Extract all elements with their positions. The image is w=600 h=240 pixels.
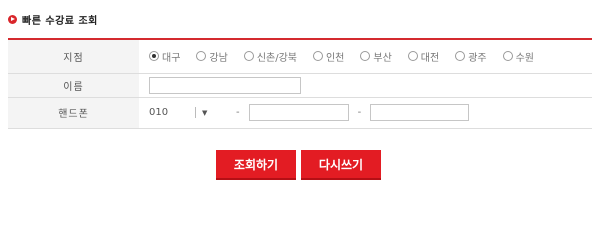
phone-fields: 010 ▼ - - <box>149 104 592 121</box>
search-button[interactable]: 조회하기 <box>216 150 296 180</box>
phone-dash: - <box>357 107 362 118</box>
branch-option-label: 대전 <box>420 52 440 64</box>
radio-button[interactable] <box>407 51 418 62</box>
branch-option-label: 부산 <box>373 52 392 64</box>
section-header: 빠른 수강료 조회 <box>8 10 98 28</box>
branch-option-label: 강남 <box>209 52 228 64</box>
name-row: 이름 <box>8 73 592 98</box>
branch-row: 지점 대구 강남 신촌/강북 인천 부산 대전 광주 수원 <box>8 39 592 74</box>
select-divider <box>195 107 196 118</box>
branch-option[interactable]: 부산 <box>360 49 392 64</box>
action-buttons: 조회하기 다시쓰기 <box>216 150 381 180</box>
phone-last-input[interactable] <box>370 104 470 121</box>
branch-option[interactable]: 신촌/강북 <box>243 49 297 64</box>
radio-button[interactable] <box>196 51 207 62</box>
reset-button[interactable]: 다시쓰기 <box>301 150 381 180</box>
phone-row: 핸드폰 010 ▼ - - <box>8 97 592 129</box>
section-title: 빠른 수강료 조회 <box>22 15 98 27</box>
name-cell <box>139 73 592 98</box>
branch-option-label: 광주 <box>468 52 487 64</box>
phone-prefix-select[interactable]: 010 ▼ <box>149 104 227 121</box>
radio-button[interactable] <box>149 51 159 62</box>
branch-option-label: 수원 <box>515 52 535 64</box>
phone-middle-input[interactable] <box>248 104 349 121</box>
branch-option[interactable]: 강남 <box>196 49 228 64</box>
branch-label: 지점 <box>8 39 139 74</box>
phone-dash: - <box>236 107 240 118</box>
branch-option-label: 신촌/강북 <box>256 52 297 64</box>
radio-button[interactable] <box>502 51 513 62</box>
radio-button[interactable] <box>312 51 323 62</box>
chevron-down-icon: ▼ <box>202 108 208 117</box>
branch-option[interactable]: 수원 <box>502 49 535 64</box>
phone-cell: 010 ▼ - - <box>139 97 592 129</box>
fee-inquiry-form: 지점 대구 강남 신촌/강북 인천 부산 대전 광주 수원 이름 핸드폰 010 ▼ - - <box>8 38 592 129</box>
phone-label: 핸드폰 <box>8 97 139 129</box>
branch-option-label: 대구 <box>162 52 181 64</box>
branch-option-label: 인천 <box>325 52 345 64</box>
branch-radio-group: 대구 강남 신촌/강북 인천 부산 대전 광주 수원 <box>149 49 592 64</box>
radio-button[interactable] <box>243 51 254 62</box>
branch-option[interactable]: 인천 <box>312 49 345 64</box>
phone-prefix-value: 010 <box>149 107 169 118</box>
branch-option[interactable]: 광주 <box>455 49 487 64</box>
name-label: 이름 <box>8 73 139 98</box>
radio-button[interactable] <box>360 51 371 62</box>
name-input[interactable] <box>149 76 301 94</box>
radio-button[interactable] <box>455 51 466 62</box>
branch-cell: 대구 강남 신촌/강북 인천 부산 대전 광주 수원 <box>139 39 592 74</box>
branch-option[interactable]: 대구 <box>149 49 180 64</box>
play-circle-icon <box>8 14 17 24</box>
branch-option[interactable]: 대전 <box>407 49 440 64</box>
